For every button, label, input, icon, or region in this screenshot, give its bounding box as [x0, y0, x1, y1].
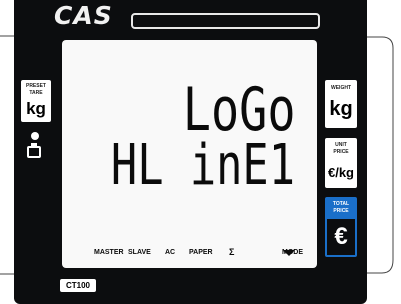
unit-price-euro-kg: €/kg: [327, 165, 354, 180]
mode-arrow-icon: [283, 250, 295, 256]
indicator-row: MASTER SLAVE AC PAPER Σ MODE: [62, 243, 317, 263]
dot-icon: [31, 132, 39, 140]
euro-icon: €: [334, 223, 348, 250]
logo-bar: [131, 13, 320, 29]
indicator-master: MASTER: [94, 249, 124, 256]
tare-text: TARE: [29, 90, 43, 96]
unit-price-label: UNIT PRICE €/kg: [325, 138, 357, 188]
total-price-text: PRICE: [333, 208, 349, 214]
weight-unit-kg: kg: [329, 98, 353, 120]
euro-area: €: [327, 219, 355, 255]
total-text: TOTAL: [332, 201, 350, 207]
unit-text: UNIT: [335, 142, 347, 148]
lcd-screen: LoGo HL inE1 MASTER SLAVE AC PAPER Σ MOD…: [62, 40, 317, 268]
total-price-label: TOTAL PRICE €: [325, 197, 357, 257]
indicator-paper: PAPER: [189, 249, 213, 256]
weight-text: WEIGHT: [331, 85, 351, 91]
battery-icon: [27, 143, 41, 158]
indicator-ac: AC: [165, 249, 176, 256]
preset-text: PRESET: [25, 83, 46, 89]
left-unit-kg: kg: [26, 99, 46, 118]
lcd-line-2: HL inE1: [110, 133, 295, 198]
preset-tare-label: PRESET TARE kg: [21, 80, 51, 122]
price-text: PRICE: [333, 149, 349, 155]
lcd-line-1: LoGo: [182, 75, 295, 145]
brand-logo: CAS: [54, 1, 113, 30]
indicator-slave: SLAVE: [128, 249, 151, 256]
model-tag: CT100: [60, 279, 96, 292]
weight-label: WEIGHT kg: [325, 80, 357, 128]
indicator-sigma: Σ: [229, 247, 235, 257]
